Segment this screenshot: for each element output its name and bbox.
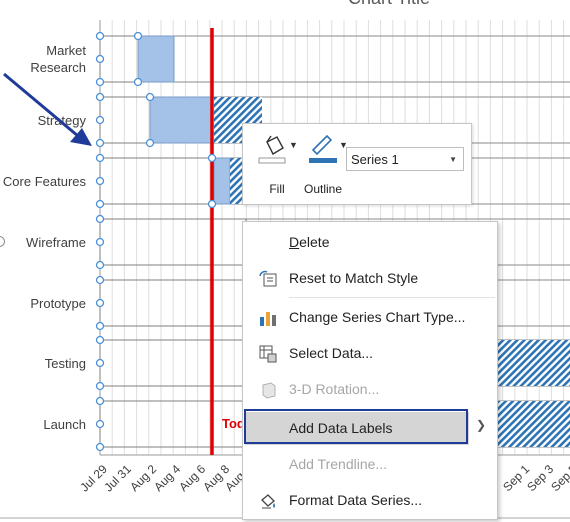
category-label-line: Wireframe bbox=[26, 234, 86, 250]
menu-item-3d-rotation[interactable]: 3-D Rotation... bbox=[243, 373, 497, 405]
category-label: Prototype bbox=[0, 295, 86, 312]
category-label-line: Core Features bbox=[2, 173, 86, 189]
category-label-line: Market bbox=[46, 43, 86, 58]
selection-handle bbox=[95, 419, 105, 429]
paint-bucket-icon bbox=[258, 135, 286, 164]
remaining-bar bbox=[498, 340, 570, 386]
menu-item-reset-to-match-style[interactable]: Reset to Match Style bbox=[243, 262, 497, 294]
selection-handle bbox=[95, 275, 105, 285]
menu-item-add-trendline[interactable]: Add Trendline... bbox=[243, 448, 497, 480]
selection-handle bbox=[133, 77, 143, 87]
selection-handle bbox=[95, 54, 105, 64]
menu-item-label: Change Series Chart Type... bbox=[289, 309, 466, 325]
menu-item-label: 3-D Rotation... bbox=[289, 381, 380, 397]
menu-item-format-data-series[interactable]: Format Data Series... bbox=[243, 484, 497, 516]
chevron-right-icon: ❯ bbox=[476, 418, 487, 432]
menu-item-label: Add Data Labels bbox=[289, 420, 393, 436]
selection-handle bbox=[95, 358, 105, 368]
selected-series-bar bbox=[99, 157, 213, 205]
task-bar bbox=[213, 157, 231, 205]
reset-style-icon bbox=[259, 270, 277, 287]
selection-handle bbox=[95, 176, 105, 186]
selection-handle bbox=[95, 381, 105, 391]
outline-button[interactable]: ▼ Outline bbox=[301, 130, 348, 196]
selection-handle bbox=[95, 442, 105, 452]
rotation-3d-icon bbox=[262, 382, 276, 399]
selection-handle bbox=[145, 138, 155, 148]
selection-handle bbox=[95, 396, 105, 406]
fill-button[interactable]: ▼ Fill bbox=[253, 130, 301, 196]
category-label-line: Testing bbox=[44, 355, 86, 371]
chevron-down-icon: ▼ bbox=[449, 155, 457, 164]
annotation-arrow bbox=[3, 72, 92, 146]
category-label: Wireframe bbox=[0, 234, 86, 251]
format-series-icon bbox=[261, 494, 275, 509]
menu-item-label: Reset to Match Style bbox=[289, 270, 419, 286]
selected-series-bar bbox=[99, 96, 151, 144]
selection-handle bbox=[95, 153, 105, 163]
menu-item-label: Format Data Series... bbox=[289, 492, 423, 508]
category-label-line: Launch bbox=[43, 416, 86, 432]
menu-item-add-data-labels[interactable]: Add Data Labels bbox=[245, 412, 469, 445]
selection-handle bbox=[95, 260, 105, 270]
selection-handle bbox=[207, 153, 217, 163]
selection-handle bbox=[207, 199, 217, 209]
category-label: Launch bbox=[0, 416, 86, 433]
context-menu: Delete Reset to Match Style Change Serie… bbox=[242, 221, 498, 520]
menu-item-delete[interactable]: Delete bbox=[243, 226, 497, 258]
menu-item-label: Delete bbox=[289, 234, 330, 250]
selected-series-bar bbox=[99, 35, 139, 83]
selection-handle bbox=[95, 298, 105, 308]
selection-handle bbox=[95, 321, 105, 331]
category-label: Testing bbox=[0, 355, 86, 372]
menu-item-label: Select Data... bbox=[289, 345, 374, 361]
mini-toolbar: ▼ Fill ▼ Outline Series 1 ▼ bbox=[242, 123, 472, 205]
remaining-bar bbox=[498, 401, 570, 447]
outline-label: Outline bbox=[303, 182, 343, 196]
selection-handle bbox=[95, 199, 105, 209]
excel-chart-area: Chart Title MarketResearchStrategyCore F… bbox=[0, 0, 570, 522]
category-label-line: Prototype bbox=[30, 295, 86, 311]
menu-item-label: Add Trendline... bbox=[289, 456, 388, 472]
selection-handle bbox=[133, 31, 143, 41]
chevron-down-icon: ▼ bbox=[289, 140, 298, 150]
chart-title[interactable]: Chart Title bbox=[348, 0, 430, 9]
selection-handle bbox=[95, 31, 105, 41]
task-bar bbox=[149, 96, 213, 144]
remaining-bar bbox=[230, 158, 242, 204]
chart-type-icon bbox=[260, 312, 276, 326]
selection-handle bbox=[145, 92, 155, 102]
series-dropdown[interactable]: Series 1 ▼ bbox=[346, 147, 464, 171]
selection-handle bbox=[95, 237, 105, 247]
selection-handle bbox=[95, 214, 105, 224]
menu-separator bbox=[289, 297, 495, 298]
pen-outline-icon bbox=[309, 134, 337, 163]
menu-item-change-series-chart-type[interactable]: Change Series Chart Type... bbox=[243, 301, 497, 333]
task-bar bbox=[137, 35, 175, 83]
fill-label: Fill bbox=[269, 182, 285, 196]
category-label: Core Features bbox=[0, 173, 86, 190]
series-dropdown-value: Series 1 bbox=[351, 152, 399, 167]
select-data-icon bbox=[259, 345, 277, 363]
selection-handle bbox=[95, 335, 105, 345]
menu-item-select-data[interactable]: Select Data... bbox=[243, 337, 497, 369]
